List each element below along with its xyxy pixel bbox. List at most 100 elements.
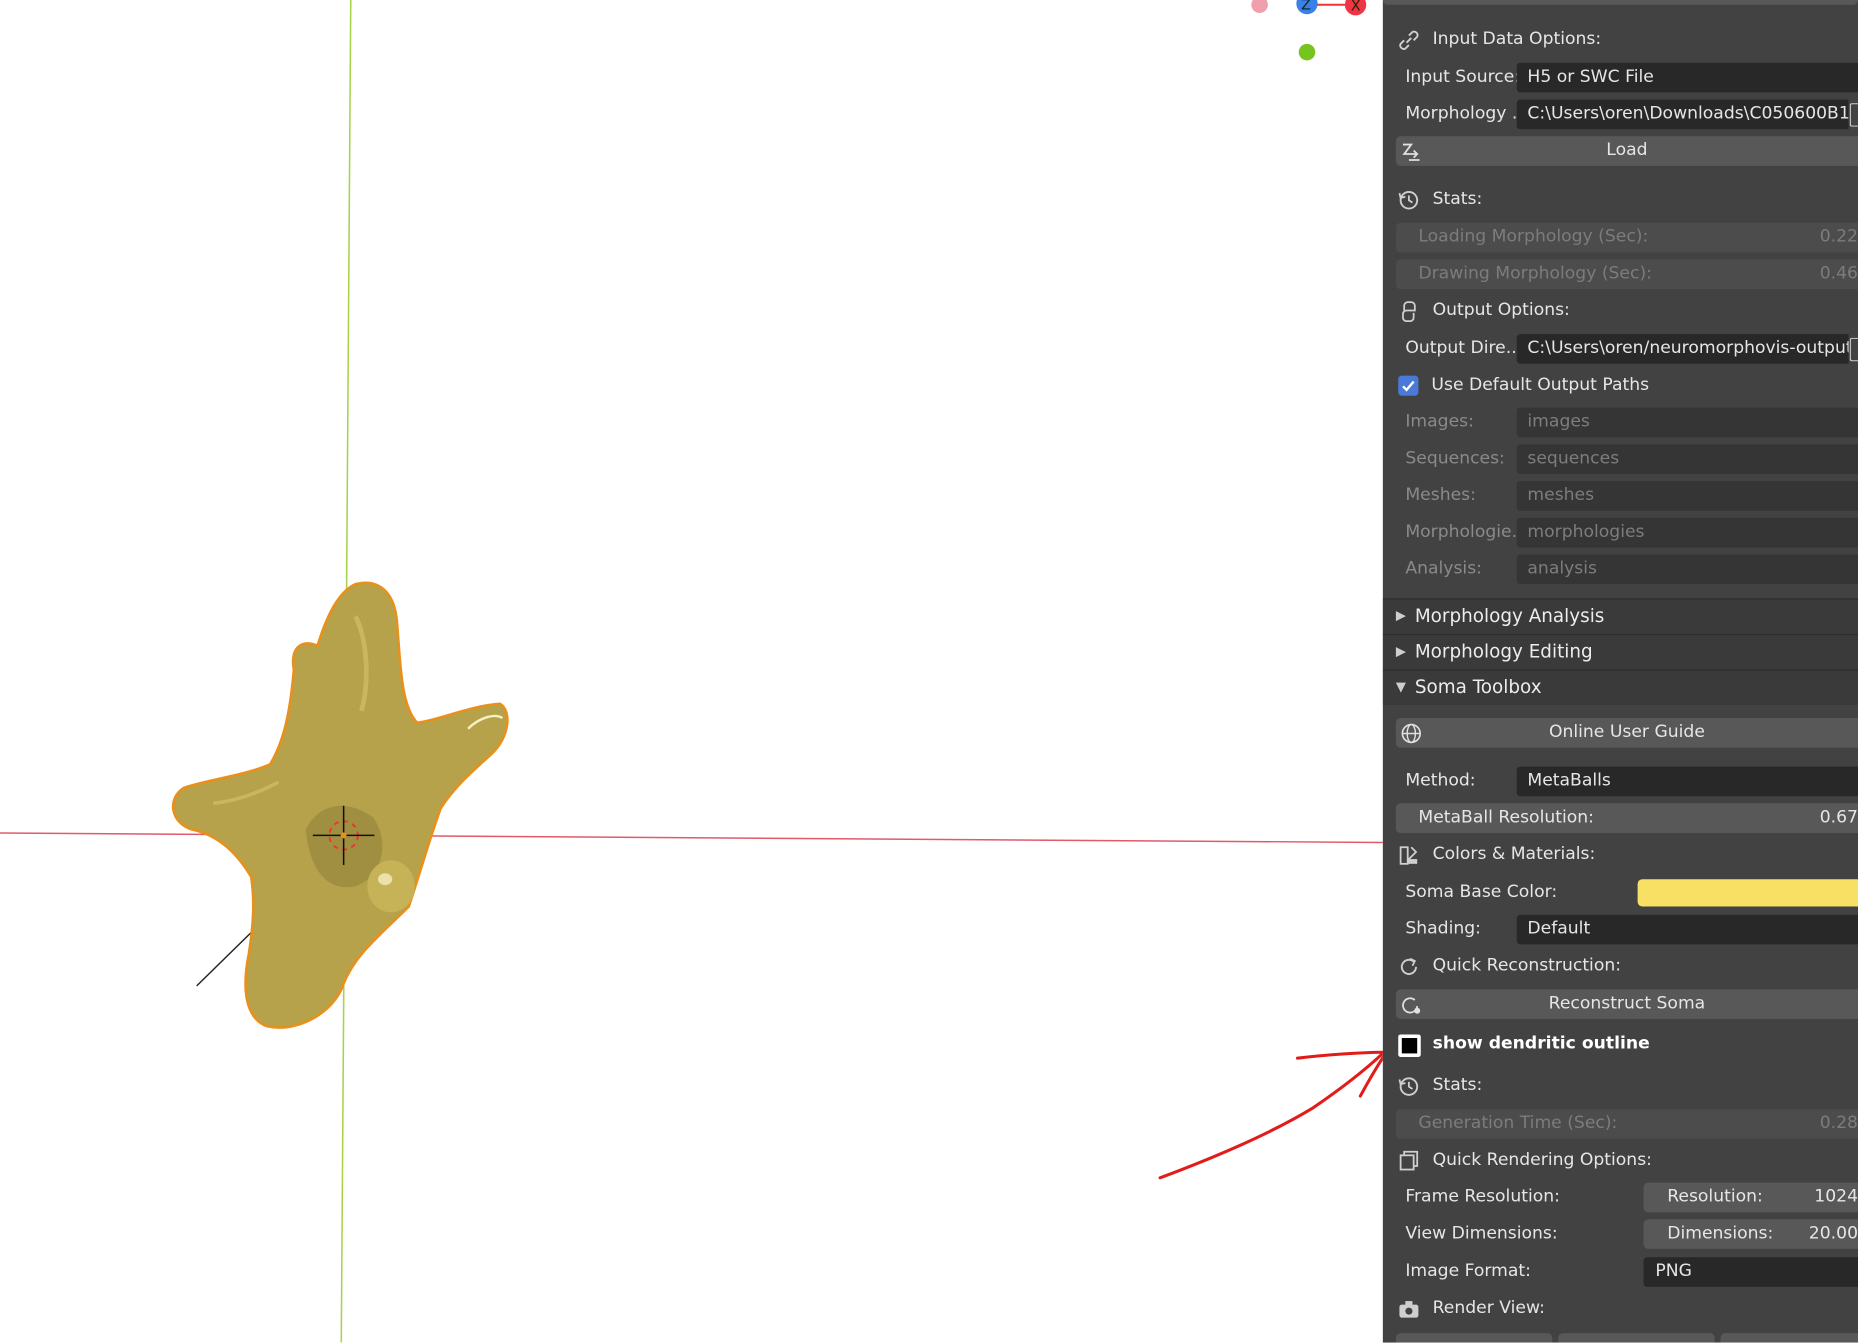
viewport-canvas: Z X [0, 0, 1383, 1343]
colors-materials-header: Colors & Materials: [1383, 839, 1858, 872]
view-dimensions-field-label: Dimensions: [1667, 1224, 1774, 1244]
morphology-file-row: Morphology .. C:\Users\oren\Downloads\C0… [1383, 98, 1858, 131]
morphology-file-input[interactable]: C:\Users\oren\Downloads\C050600B1... [1516, 99, 1849, 130]
image-format-dropdown[interactable]: PNG [1643, 1257, 1858, 1287]
morphology-editing-title: Morphology Editing [1414, 641, 1593, 663]
soma-base-color-swatch[interactable] [1637, 879, 1858, 907]
morphology-editing-section[interactable]: ▶ Morphology Editing [1382, 633, 1858, 670]
loading-time-label: Loading Morphology (Sec): [1418, 227, 1649, 247]
method-label: Method: [1405, 771, 1476, 791]
dendritic-outline-checkbox[interactable] [1398, 1034, 1421, 1057]
history-icon [1398, 191, 1419, 210]
gizmo-z-label: Z [1301, 0, 1311, 13]
use-default-row: Use Default Output Paths [1383, 370, 1858, 403]
soma-toolbox-title: Soma Toolbox [1414, 676, 1542, 698]
camera-icon [1399, 1301, 1419, 1318]
frame-resolution-row: Frame Resolution: Resolution: 1024 [1383, 1181, 1858, 1214]
morphology-analysis-title: Morphology Analysis [1414, 605, 1605, 627]
colors-materials-title: Colors & Materials: [1432, 844, 1596, 864]
loading-time-field: Loading Morphology (Sec): 0.22 [1395, 222, 1858, 253]
file-browse-icon[interactable] [1849, 103, 1858, 127]
import-icon [1402, 143, 1420, 161]
render-side-button[interactable] [1558, 1333, 1715, 1343]
checkmark-icon [1402, 380, 1415, 392]
load-row: Load [1383, 135, 1858, 168]
generation-time-value: 0.28 [1819, 1113, 1858, 1133]
quick-reconstruction-header: Quick Reconstruction: [1383, 950, 1858, 983]
generation-time-row: Generation Time (Sec): 0.28 [1383, 1108, 1858, 1141]
view-dimensions-row: View Dimensions: Dimensions: 20.00 [1383, 1218, 1858, 1251]
quick-rendering-title: Quick Rendering Options: [1432, 1150, 1652, 1170]
soma-stats-header: Stats: [1383, 1070, 1858, 1103]
meshes-path-row: Meshes: meshes [1383, 480, 1858, 513]
shading-dropdown[interactable]: Default [1516, 914, 1858, 945]
generation-time-label: Generation Time (Sec): [1418, 1113, 1618, 1133]
metaball-resolution-slider[interactable]: MetaBall Resolution: 0.67 [1395, 803, 1858, 834]
quick-rendering-header: Quick Rendering Options: [1383, 1145, 1858, 1178]
soma-mesh[interactable] [171, 581, 509, 1029]
view-dimensions-label: View Dimensions: [1405, 1224, 1558, 1244]
shading-label: Shading: [1405, 919, 1481, 939]
input-data-header: Input Data Options: [1383, 24, 1858, 57]
expand-arrow-icon: ▶ [1395, 607, 1406, 624]
soma-base-color-row: Soma Base Color: [1383, 877, 1858, 910]
reconstruct-icon [1402, 997, 1421, 1014]
drawing-time-field: Drawing Morphology (Sec): 0.46 [1395, 259, 1858, 290]
3d-viewport[interactable]: Z X [0, 0, 1383, 1343]
images-path-input[interactable]: images [1516, 407, 1858, 438]
output-dir-label: Output Dire.. [1405, 338, 1517, 358]
soma-toolbox-section[interactable]: ▼ Soma Toolbox [1382, 669, 1858, 706]
load-button-label: Load [1606, 141, 1648, 160]
meshes-path-label: Meshes: [1405, 485, 1476, 505]
reconstruct-soma-label: Reconstruct Soma [1548, 994, 1706, 1014]
input-source-row: Input Source: H5 or SWC File [1383, 62, 1858, 95]
morphologies-path-label: Morphologie.. [1405, 522, 1523, 542]
annotation-arrow [1158, 1050, 1383, 1180]
view-dimensions-field[interactable]: Dimensions: 20.00 [1643, 1219, 1858, 1249]
stats-title: Stats: [1432, 189, 1483, 209]
stats-header: Stats: [1383, 184, 1858, 217]
reconstruct-soma-row: Reconstruct Soma [1383, 988, 1858, 1021]
analysis-path-input[interactable]: analysis [1516, 554, 1858, 585]
analysis-path-label: Analysis: [1405, 559, 1482, 579]
frame-resolution-value: 1024 [1814, 1187, 1858, 1207]
render-view-title: Render View: [1432, 1298, 1545, 1318]
top-clipped-button[interactable] [1382, 0, 1858, 5]
input-source-dropdown[interactable]: H5 or SWC File [1516, 62, 1858, 93]
online-guide-button[interactable]: Online User Guide [1395, 718, 1858, 748]
soma-base-color-label: Soma Base Color: [1405, 882, 1558, 902]
history-icon [1398, 1077, 1419, 1096]
use-default-checkbox[interactable] [1398, 375, 1419, 396]
image-format-label: Image Format: [1405, 1261, 1531, 1281]
load-button[interactable]: Load [1395, 136, 1858, 166]
dir-browse-icon[interactable] [1849, 337, 1858, 362]
loading-time-row: Loading Morphology (Sec): 0.22 [1383, 222, 1858, 255]
render-view-header: Render View: [1383, 1293, 1858, 1326]
render-front-button[interactable] [1395, 1333, 1553, 1343]
morphology-file-label: Morphology .. [1405, 104, 1523, 124]
online-guide-row: Online User Guide [1383, 717, 1858, 750]
reconstruct-soma-button[interactable]: Reconstruct Soma [1395, 989, 1858, 1020]
palette-icon [1399, 846, 1418, 865]
drawing-time-value: 0.46 [1819, 264, 1858, 284]
drawing-time-row: Drawing Morphology (Sec): 0.46 [1383, 258, 1858, 291]
quick-reconstruction-title: Quick Reconstruction: [1432, 956, 1622, 976]
input-data-title: Input Data Options: [1432, 29, 1602, 49]
gizmo-x-label: X [1351, 0, 1361, 15]
render-top-button[interactable] [1720, 1333, 1858, 1343]
input-source-label: Input Source: [1405, 67, 1521, 87]
sequences-path-input[interactable]: sequences [1516, 444, 1858, 474]
method-dropdown[interactable]: MetaBalls [1516, 766, 1858, 797]
images-path-label: Images: [1405, 412, 1474, 432]
frame-resolution-field[interactable]: Resolution: 1024 [1643, 1182, 1858, 1213]
morphologies-path-input[interactable]: morphologies [1516, 517, 1858, 548]
metaball-resolution-value: 0.67 [1819, 808, 1858, 828]
meshes-path-input[interactable]: meshes [1516, 481, 1858, 511]
metaball-resolution-label: MetaBall Resolution: [1418, 808, 1594, 828]
morphology-analysis-section[interactable]: ▶ Morphology Analysis [1382, 598, 1858, 634]
python-icon [1402, 301, 1416, 323]
output-dir-input[interactable]: C:\Users\oren/neuromorphovis-output [1516, 334, 1849, 364]
metaball-resolution-row: MetaBall Resolution: 0.67 [1383, 802, 1858, 835]
navigation-gizmo[interactable]: Z X [1251, 0, 1367, 61]
online-guide-label: Online User Guide [1548, 722, 1705, 742]
